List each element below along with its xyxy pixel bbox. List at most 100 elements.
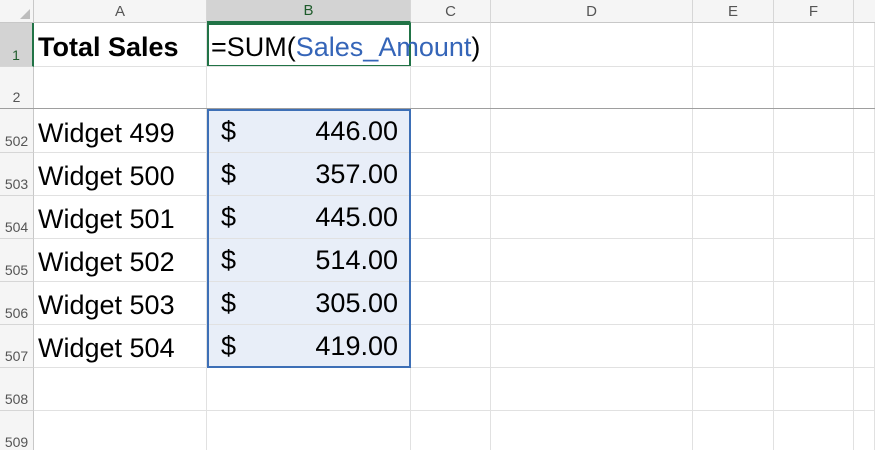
row-header-503[interactable]: 503: [0, 153, 34, 196]
empty-cell[interactable]: [491, 239, 693, 282]
empty-cell[interactable]: [774, 239, 854, 282]
row-header-1[interactable]: 1: [0, 23, 34, 67]
empty-cell[interactable]: [491, 109, 693, 153]
row-header-504[interactable]: 504: [0, 196, 34, 239]
empty-cell[interactable]: [207, 411, 411, 450]
empty-cell[interactable]: [693, 153, 774, 196]
empty-cell[interactable]: [693, 368, 774, 411]
empty-cell[interactable]: [693, 239, 774, 282]
empty-cell[interactable]: [693, 282, 774, 325]
amount-value: 419.00: [315, 331, 398, 361]
empty-cell[interactable]: [411, 153, 491, 196]
empty-cell[interactable]: [774, 325, 854, 368]
cell-product[interactable]: Widget 503: [34, 282, 207, 325]
empty-cell[interactable]: [774, 153, 854, 196]
cell-c2[interactable]: [411, 67, 491, 109]
cell-e2[interactable]: [693, 67, 774, 109]
column-header-c[interactable]: C: [411, 0, 491, 23]
row-header-509[interactable]: 509: [0, 411, 34, 450]
cell-f1[interactable]: [774, 23, 854, 67]
column-header-a[interactable]: A: [34, 0, 207, 23]
empty-cell[interactable]: [34, 368, 207, 411]
amount-value: 514.00: [315, 245, 398, 275]
row-header-502[interactable]: 502: [0, 109, 34, 153]
cell-product[interactable]: Widget 501: [34, 196, 207, 239]
cell-b2[interactable]: [207, 67, 411, 109]
empty-cell[interactable]: [411, 411, 491, 450]
currency-symbol: $: [221, 202, 237, 232]
currency-symbol: $: [221, 245, 237, 275]
cell-product[interactable]: Widget 504: [34, 325, 207, 368]
empty-cell[interactable]: [854, 196, 875, 239]
empty-cell[interactable]: [854, 411, 875, 450]
cell-product[interactable]: Widget 502: [34, 239, 207, 282]
cell-a1[interactable]: Total Sales: [34, 23, 207, 67]
empty-cell[interactable]: [854, 109, 875, 153]
cell-a2[interactable]: [34, 67, 207, 109]
cell-product[interactable]: Widget 499: [34, 109, 207, 153]
cell-d1[interactable]: [491, 23, 693, 67]
cell-f2[interactable]: [774, 67, 854, 109]
empty-cell[interactable]: [693, 196, 774, 239]
row-header-2[interactable]: 2: [0, 67, 34, 109]
empty-cell[interactable]: [491, 196, 693, 239]
row-header-507[interactable]: 507: [0, 325, 34, 368]
empty-cell[interactable]: [411, 239, 491, 282]
cell-g2[interactable]: [854, 67, 875, 109]
column-header-b[interactable]: B: [207, 0, 411, 23]
select-all-triangle-icon: [20, 9, 30, 19]
empty-cell[interactable]: [774, 109, 854, 153]
formula-named-range-ref: Sales_Amount: [295, 32, 472, 62]
cell-g1[interactable]: [854, 23, 875, 67]
cell-amount[interactable]: $ 514.00: [207, 239, 411, 282]
amount-value: 445.00: [315, 202, 398, 232]
empty-cell[interactable]: [774, 282, 854, 325]
formula-close-paren: ): [471, 32, 481, 62]
empty-cell[interactable]: [854, 368, 875, 411]
cell-e1[interactable]: [693, 23, 774, 67]
column-header-e[interactable]: E: [693, 0, 774, 23]
row-header-506[interactable]: 506: [0, 282, 34, 325]
empty-cell[interactable]: [774, 196, 854, 239]
row-header-505[interactable]: 505: [0, 239, 34, 282]
currency-symbol: $: [221, 159, 237, 189]
empty-cell[interactable]: [411, 109, 491, 153]
select-all-button[interactable]: [0, 0, 34, 23]
empty-cell[interactable]: [207, 368, 411, 411]
spreadsheet-grid[interactable]: A B C D E F 1 2 502 503 504 505 506 507 …: [0, 0, 875, 450]
empty-cell[interactable]: [34, 411, 207, 450]
empty-cell[interactable]: [411, 282, 491, 325]
cell-product[interactable]: Widget 500: [34, 153, 207, 196]
empty-cell[interactable]: [693, 411, 774, 450]
empty-cell[interactable]: [854, 239, 875, 282]
empty-cell[interactable]: [491, 325, 693, 368]
empty-cell[interactable]: [693, 325, 774, 368]
column-header-g[interactable]: [854, 0, 875, 23]
row-header-508[interactable]: 508: [0, 368, 34, 411]
empty-cell[interactable]: [411, 368, 491, 411]
empty-cell[interactable]: [491, 282, 693, 325]
empty-cell[interactable]: [491, 411, 693, 450]
empty-cell[interactable]: [854, 153, 875, 196]
empty-cell[interactable]: [491, 153, 693, 196]
amount-value: 305.00: [315, 288, 398, 318]
cell-amount[interactable]: $ 446.00: [207, 109, 411, 153]
empty-cell[interactable]: [854, 325, 875, 368]
empty-cell[interactable]: [411, 325, 491, 368]
column-header-d[interactable]: D: [491, 0, 693, 23]
empty-cell[interactable]: [774, 411, 854, 450]
empty-cell[interactable]: [774, 368, 854, 411]
empty-cell[interactable]: [491, 368, 693, 411]
column-header-f[interactable]: F: [774, 0, 854, 23]
empty-cell[interactable]: [693, 109, 774, 153]
empty-cell[interactable]: [411, 196, 491, 239]
cell-d2[interactable]: [491, 67, 693, 109]
currency-symbol: $: [221, 331, 237, 361]
empty-cell[interactable]: [854, 282, 875, 325]
cell-b1-formula-editor[interactable]: =SUM(Sales_Amount): [207, 23, 480, 67]
cell-amount[interactable]: $ 419.00: [207, 325, 411, 368]
cell-amount[interactable]: $ 445.00: [207, 196, 411, 239]
amount-value: 446.00: [315, 116, 398, 146]
cell-amount[interactable]: $ 305.00: [207, 282, 411, 325]
cell-amount[interactable]: $ 357.00: [207, 153, 411, 196]
